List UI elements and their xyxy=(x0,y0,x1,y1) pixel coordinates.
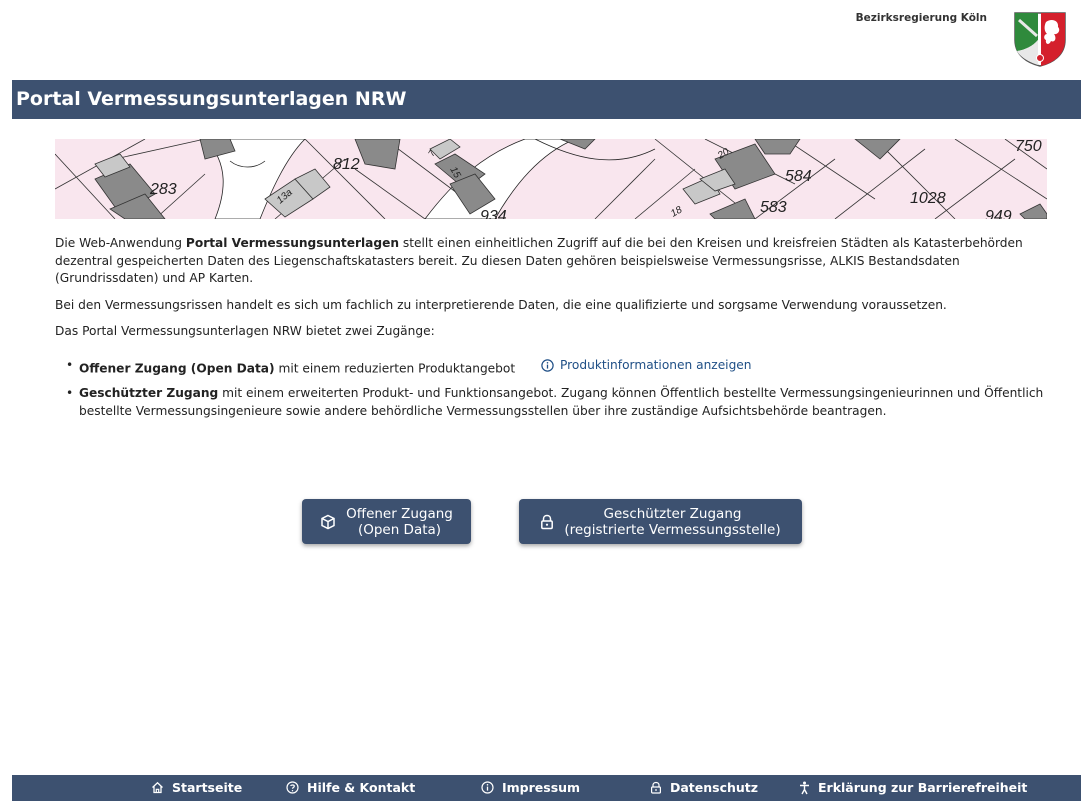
main-content: Die Web-Anwendung Portal Vermessungsunte… xyxy=(55,235,1050,428)
access-list: • Offener Zugang (Open Data) mit einem re… xyxy=(55,357,1050,421)
lock-icon xyxy=(541,514,554,529)
cadastral-map-graphic: 28381213a15793420185845831028949750 xyxy=(55,139,1047,219)
parcel-number: 934 xyxy=(480,208,507,219)
protected-access-button[interactable]: Geschützter Zugang (registrierte Vermess… xyxy=(519,499,802,544)
intro-text: Die Web-Anwendung xyxy=(55,236,186,250)
footer-link-home[interactable]: Startseite xyxy=(151,780,242,795)
home-icon xyxy=(152,781,163,794)
footer-link-accessibility-label[interactable]: Erklärung zur Barrierefreiheit xyxy=(818,780,1027,795)
lock-icon xyxy=(651,781,662,794)
product-info-link-label[interactable]: Produktinformationen anzeigen xyxy=(560,357,752,375)
footer-link-imprint[interactable]: Impressum xyxy=(481,780,580,795)
footer-link-help-label[interactable]: Hilfe & Kontakt xyxy=(307,780,415,795)
top-header: Bezirksregierung Köln xyxy=(0,0,1081,80)
parcel-number: 283 xyxy=(149,181,177,198)
help-icon xyxy=(286,781,299,794)
protected-access-button-line2[interactable]: (registrierte Vermessungsstelle) xyxy=(564,522,780,538)
footer-nav: Startseite Hilfe & Kontakt Impressum Dat… xyxy=(12,775,1081,801)
open-access-button-label[interactable]: Offener Zugang (Open Data) xyxy=(346,506,453,538)
parcel-number: 584 xyxy=(785,168,812,185)
footer-link-imprint-label[interactable]: Impressum xyxy=(502,780,580,795)
open-access-button[interactable]: Offener Zugang (Open Data) xyxy=(302,499,471,544)
accessibility-icon xyxy=(800,781,809,794)
protected-access-button-label[interactable]: Geschützter Zugang (registrierte Vermess… xyxy=(564,506,780,538)
info-icon xyxy=(481,781,494,794)
open-access-bold: Offener Zugang (Open Data) xyxy=(79,360,275,375)
footer-link-privacy-label[interactable]: Datenschutz xyxy=(670,780,758,795)
footer-link-privacy[interactable]: Datenschutz xyxy=(650,780,758,795)
protected-access-bold: Geschützter Zugang xyxy=(79,386,219,401)
parcel-number: 583 xyxy=(760,199,787,216)
cube-icon xyxy=(321,514,335,529)
list-item-open-access: • Offener Zugang (Open Data) mit einem re… xyxy=(55,357,1050,378)
footer-link-accessibility[interactable]: Erklärung zur Barrierefreiheit xyxy=(799,780,1027,795)
page-title: Portal Vermessungsunterlagen NRW xyxy=(16,88,407,110)
info-icon xyxy=(541,359,554,372)
open-access-button-line2[interactable]: (Open Data) xyxy=(346,522,453,538)
product-info-link[interactable]: Produktinformationen anzeigen xyxy=(541,357,752,375)
footer-link-home-label[interactable]: Startseite xyxy=(172,780,242,795)
open-access-button-line1[interactable]: Offener Zugang xyxy=(346,506,453,522)
protected-access-button-line1[interactable]: Geschützter Zugang xyxy=(564,506,780,522)
cadastral-map-banner: 283 812 13a 15 7 934 20 18 584 583 1028 949 750 xyxy=(55,139,1047,219)
parcel-number: 1028 xyxy=(910,190,946,207)
intro-paragraph: Die Web-Anwendung Portal Vermessungsunte… xyxy=(55,235,1050,288)
access-intro: Das Portal Vermessungsunterlagen NRW bie… xyxy=(55,324,435,338)
bullet: • xyxy=(66,386,74,401)
notice-paragraph: Bei den Vermessungsrissen handelt es sic… xyxy=(55,297,947,312)
bullet: • xyxy=(66,357,74,372)
authority-name: Bezirksregierung Köln xyxy=(855,12,987,24)
parcel-number: 750 xyxy=(1015,139,1042,155)
list-item-protected-access: • Geschützter Zugang mit einem erweiterte… xyxy=(55,385,1050,420)
footer-link-help[interactable]: Hilfe & Kontakt xyxy=(286,780,415,795)
intro-bold-text: Portal Vermessungsunterlagen xyxy=(185,236,400,250)
parcel-number: 949 xyxy=(985,208,1012,219)
protected-access-text: mit einem erweiterten Produkt- und Funkt… xyxy=(79,386,1044,418)
title-bar: Portal Vermessungsunterlagen NRW xyxy=(12,80,1081,119)
open-access-text: mit einem reduzierten Produktangebot xyxy=(274,360,516,375)
nrw-coat-of-arms-icon xyxy=(1011,10,1069,68)
parcel-number: 812 xyxy=(333,156,360,173)
